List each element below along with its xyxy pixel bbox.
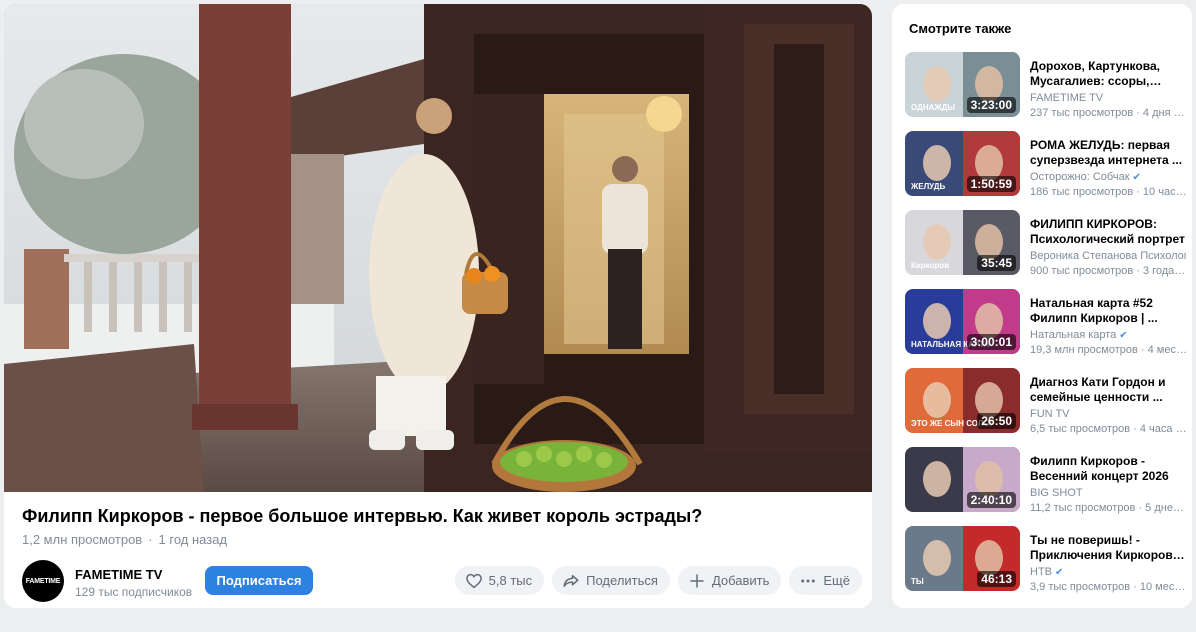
video-duration: 1:50:59	[966, 176, 1016, 192]
add-button[interactable]: Добавить	[677, 566, 782, 595]
more-button[interactable]: Ещё	[789, 566, 862, 595]
related-video-title[interactable]: Натальная карта #52 Филипп Киркоров | ..…	[1030, 296, 1186, 326]
related-video-channel[interactable]: FAMETIME TV	[1030, 92, 1186, 104]
related-video-channel[interactable]: Осторожно: Собчак ✔	[1030, 171, 1186, 183]
related-title: Смотрите также	[909, 21, 1012, 36]
related-video-item[interactable]: ОДНАЖДЫ 3:23:00 Дорохов, Картункова, Мус…	[905, 52, 1192, 131]
like-count: 5,8 тыс	[488, 573, 533, 588]
view-count: 1,2 млн просмотров	[22, 532, 143, 547]
svg-text:ЖЕЛУДЬ: ЖЕЛУДЬ	[910, 182, 945, 191]
related-video-item[interactable]: Киркоров 35:45 ФИЛИПП КИРКОРОВ: Психолог…	[905, 210, 1192, 289]
video-thumbnail[interactable]: Киркоров 35:45	[905, 210, 1020, 275]
related-video-channel[interactable]: FUN TV	[1030, 408, 1186, 420]
related-channel-name: Натальная карта	[1030, 329, 1117, 341]
plus-icon	[688, 572, 706, 590]
related-video-item[interactable]: НАТАЛЬНАЯ КАРТА 3:00:01 Натальная карта …	[905, 289, 1192, 368]
related-list: ОДНАЖДЫ 3:23:00 Дорохов, Картункова, Мус…	[905, 52, 1192, 605]
related-video-stats: 19,3 млн просмотров · 4 месяца назад	[1030, 344, 1188, 356]
share-button[interactable]: Поделиться	[552, 566, 670, 595]
related-video-stats: 186 тыс просмотров · 10 часов назад	[1030, 186, 1188, 198]
related-videos-panel: Смотрите также ОДНАЖДЫ 3:23:00 Дорохов, …	[892, 4, 1192, 608]
related-video-title[interactable]: Дорохов, Картункова, Мусагалиев: ссоры, …	[1030, 59, 1186, 89]
checkmark-icon: ✔	[1055, 566, 1064, 578]
related-video-stats: 900 тыс просмотров · 3 года назад	[1030, 265, 1188, 277]
video-title: Филипп Киркоров - первое большое интервь…	[22, 506, 703, 526]
video-frame	[4, 4, 872, 492]
heart-icon	[465, 572, 483, 590]
checkmark-icon: ✔	[1132, 171, 1141, 183]
subscriber-count: 129 тыс подписчиков	[75, 585, 193, 599]
related-channel-name: Осторожно: Собчак	[1030, 171, 1130, 183]
related-video-item[interactable]: ТЫ 46:13 Ты не поверишь! - Приключения К…	[905, 526, 1192, 605]
video-meta: 1,2 млн просмотров · 1 год назад	[22, 532, 227, 547]
related-video-stats: 11,2 тыс просмотров · 5 дней назад	[1030, 502, 1188, 514]
svg-text:Киркоров: Киркоров	[911, 261, 949, 270]
related-video-stats: 237 тыс просмотров · 4 дня назад	[1030, 107, 1188, 119]
subscribe-button[interactable]: Подписаться	[205, 566, 313, 595]
related-video-channel[interactable]: Вероника Степанова Психолог	[1030, 250, 1186, 262]
related-video-channel[interactable]: НТВ ✔	[1030, 566, 1186, 578]
page: Филипп Киркоров - первое большое интервь…	[0, 0, 1196, 632]
related-channel-name: НТВ	[1030, 566, 1052, 578]
checkmark-icon: ✔	[1119, 329, 1128, 341]
video-duration: 3:23:00	[966, 97, 1016, 113]
like-button[interactable]: 5,8 тыс	[454, 566, 545, 595]
related-video-title[interactable]: Диагноз Кати Гордон и семейные ценности …	[1030, 375, 1186, 405]
related-video-channel[interactable]: Натальная карта ✔	[1030, 329, 1186, 341]
related-video-title[interactable]: Филипп Киркоров - Весенний концерт 2026	[1030, 454, 1186, 484]
related-channel-name: Вероника Степанова Психолог	[1030, 250, 1186, 262]
related-channel-name: FAMETIME TV	[1030, 92, 1104, 104]
more-label: Ещё	[823, 573, 850, 588]
share-arrow-icon	[562, 572, 580, 590]
video-card: Филипп Киркоров - первое большое интервь…	[4, 4, 872, 608]
video-thumbnail[interactable]: 2:40:10	[905, 447, 1020, 512]
publish-date: 1 год назад	[158, 532, 228, 547]
video-thumbnail[interactable]: ТЫ 46:13	[905, 526, 1020, 591]
video-thumbnail[interactable]: ОДНАЖДЫ 3:23:00	[905, 52, 1020, 117]
share-label: Поделиться	[586, 573, 658, 588]
add-label: Добавить	[711, 573, 770, 588]
video-player[interactable]	[4, 4, 872, 492]
video-duration: 26:50	[977, 413, 1016, 429]
channel-row: FAMETIME FAMETIME TV 129 тыс подписчиков…	[22, 560, 862, 604]
related-video-title[interactable]: Ты не поверишь! - Приключения Киркорова …	[1030, 533, 1186, 563]
related-video-title[interactable]: ФИЛИПП КИРКОРОВ: Психологический портрет	[1030, 217, 1186, 247]
video-actions: 5,8 тыс Поделиться Добавить Ещё	[454, 566, 862, 595]
ellipsis-icon	[799, 572, 817, 590]
related-channel-name: FUN TV	[1030, 408, 1070, 420]
video-thumbnail[interactable]: ЖЕЛУДЬ 1:50:59	[905, 131, 1020, 196]
meta-separator: ·	[148, 532, 153, 547]
channel-avatar[interactable]: FAMETIME	[22, 560, 64, 602]
video-thumbnail[interactable]: ЭТО ЖЕ СЫН СОЛО! 26:50	[905, 368, 1020, 433]
video-duration: 2:40:10	[966, 492, 1016, 508]
video-duration: 46:13	[977, 571, 1016, 587]
channel-name[interactable]: FAMETIME TV	[75, 567, 162, 582]
related-video-item[interactable]: 2:40:10 Филипп Киркоров - Весенний конце…	[905, 447, 1192, 526]
video-duration: 35:45	[977, 255, 1016, 271]
related-video-item[interactable]: ЭТО ЖЕ СЫН СОЛО! 26:50 Диагноз Кати Горд…	[905, 368, 1192, 447]
svg-text:ТЫ: ТЫ	[911, 577, 924, 586]
related-video-channel[interactable]: BIG SHOT	[1030, 487, 1186, 499]
related-video-stats: 6,5 тыс просмотров · 4 часа назад	[1030, 423, 1188, 435]
video-duration: 3:00:01	[966, 334, 1016, 350]
svg-text:ОДНАЖДЫ: ОДНАЖДЫ	[911, 103, 955, 112]
related-channel-name: BIG SHOT	[1030, 487, 1083, 499]
related-video-stats: 3,9 тыс просмотров · 10 месяцев назад	[1030, 581, 1188, 593]
video-thumbnail[interactable]: НАТАЛЬНАЯ КАРТА 3:00:01	[905, 289, 1020, 354]
related-video-item[interactable]: ЖЕЛУДЬ 1:50:59 РОМА ЖЕЛУДЬ: первая супер…	[905, 131, 1192, 210]
related-video-title[interactable]: РОМА ЖЕЛУДЬ: первая суперзвезда интернет…	[1030, 138, 1186, 168]
